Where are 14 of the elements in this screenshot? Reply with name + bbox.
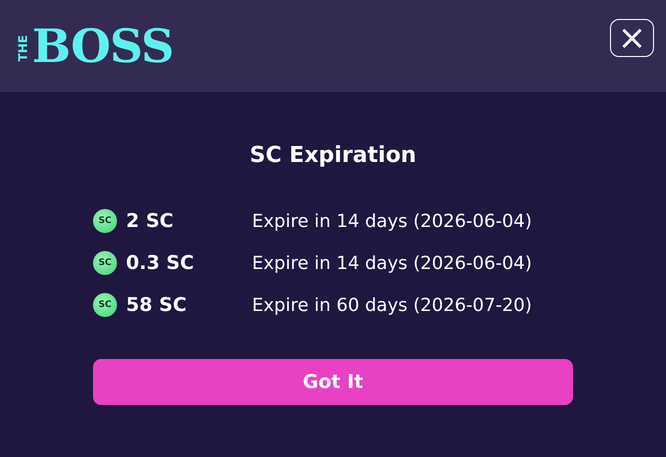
coin-amount: 58 SC xyxy=(126,294,188,316)
logo-text: BOSS xyxy=(32,23,174,69)
dialog-title: SC Expiration xyxy=(250,143,416,168)
coin-amount: 0.3 SC xyxy=(126,252,195,274)
coin-icon: SC xyxy=(93,251,117,275)
got-it-button[interactable]: Got It xyxy=(93,359,573,405)
coin-amount: 2 SC xyxy=(126,210,174,232)
close-button[interactable]: × xyxy=(610,19,654,57)
expiry-text: Expire in 60 days (2026-07-20) xyxy=(252,294,532,316)
expiry-text: Expire in 14 days (2026-06-04) xyxy=(252,252,532,274)
logo-small-text: THE xyxy=(16,34,30,62)
coin-icon: SC xyxy=(93,209,117,233)
coin-icon: SC xyxy=(93,293,117,317)
expiry-text: Expire in 14 days (2026-06-04) xyxy=(252,210,532,232)
